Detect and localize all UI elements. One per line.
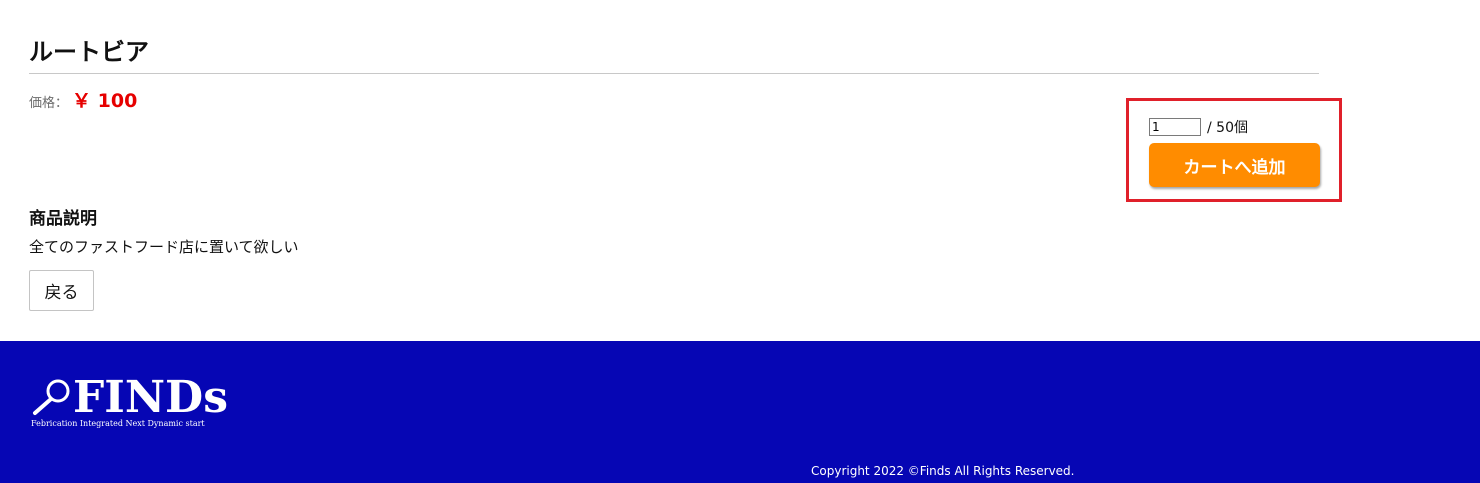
back-button[interactable]: 戻る	[29, 270, 94, 311]
description-text: 全てのファストフード店に置いて欲しい	[29, 238, 299, 256]
finds-logo[interactable]: FINDs Febrication Integrated Next Dynami…	[31, 373, 241, 433]
quantity-input[interactable]	[1149, 118, 1201, 136]
quantity-row: / 50個	[1149, 117, 1248, 137]
stock-count: / 50個	[1207, 120, 1248, 136]
copyright-text: Copyright 2022 ©Finds All Rights Reserve…	[811, 464, 1075, 478]
price-value: ￥ 100	[72, 90, 138, 112]
product-title: ルートビア	[29, 38, 149, 66]
add-to-cart-panel: / 50個 カートへ追加	[1126, 98, 1342, 202]
description-heading: 商品説明	[29, 209, 97, 229]
title-divider	[29, 73, 1319, 74]
logo-wordmark: FINDs	[73, 372, 228, 423]
price-row: 価格： ￥ 100	[29, 86, 138, 112]
logo-tagline: Febrication Integrated Next Dynamic star…	[31, 419, 205, 428]
footer: FINDs Febrication Integrated Next Dynami…	[0, 341, 1480, 483]
price-label: 価格：	[29, 96, 69, 111]
product-detail-section: ルートビア 価格： ￥ 100 / 50個 カートへ追加 商品説明 全てのファス…	[0, 0, 1480, 341]
magnifier-icon	[33, 379, 70, 415]
add-to-cart-button[interactable]: カートへ追加	[1149, 143, 1320, 187]
